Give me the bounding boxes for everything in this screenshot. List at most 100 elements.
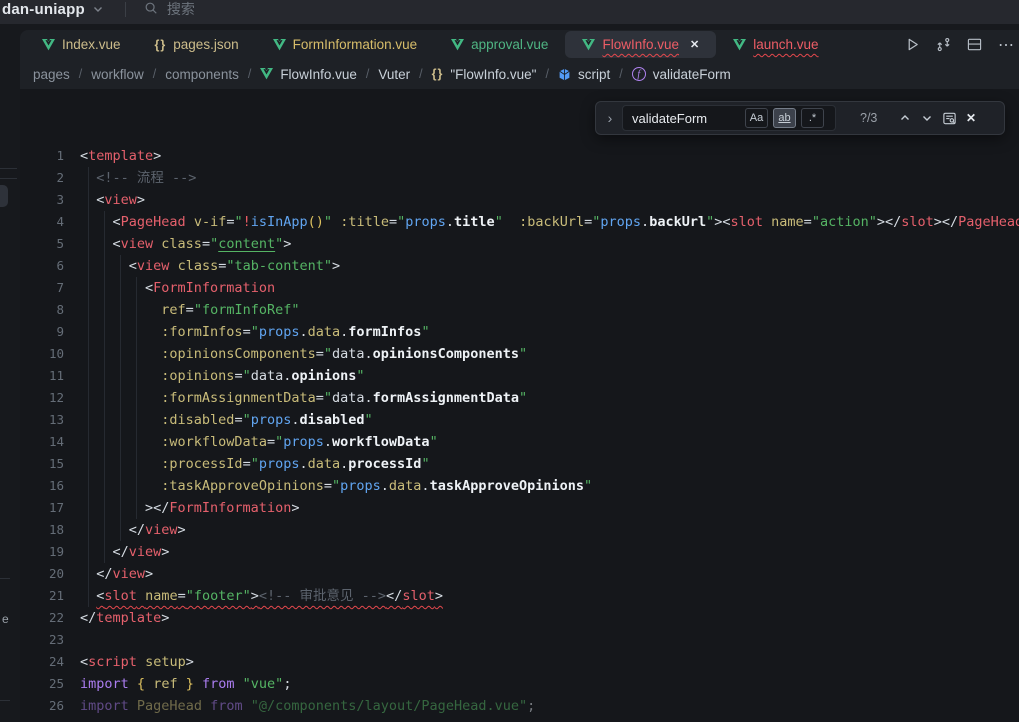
code-line-21[interactable]: 21 <slot name="footer"><!-- 审批意见 --></sl… <box>20 585 1019 607</box>
code-line-10[interactable]: 10 :opinionsComponents="data.opinionsCom… <box>20 343 1019 365</box>
line-number: 21 <box>20 585 64 607</box>
code-line-25[interactable]: 25import { ref } from "vue"; <box>20 673 1019 695</box>
code-line-12[interactable]: 12 :formAssignmentData="data.formAssignm… <box>20 387 1019 409</box>
line-content: :formAssignmentData="data.formAssignment… <box>64 387 527 409</box>
code-line-3[interactable]: 3 <view> <box>20 189 1019 211</box>
breadcrumb-item-pages[interactable]: pages <box>33 67 70 82</box>
line-content: :formInfos="props.data.formInfos" <box>64 321 430 343</box>
line-number: 25 <box>20 673 64 695</box>
code-line-24[interactable]: 24<script setup> <box>20 651 1019 673</box>
tab-approval-vue[interactable]: approval.vue <box>434 31 565 58</box>
code-line-15[interactable]: 15 :processId="props.data.processId" <box>20 453 1019 475</box>
code-line-16[interactable]: 16 :taskApproveOpinions="props.data.task… <box>20 475 1019 497</box>
code-line-26[interactable]: 26import PageHead from "@/components/lay… <box>20 695 1019 717</box>
find-in-selection-icon[interactable] <box>938 107 960 129</box>
code-line-1[interactable]: 1<template> <box>20 145 1019 167</box>
code-line-20[interactable]: 20 </view> <box>20 563 1019 585</box>
breadcrumb-item-script[interactable]: script <box>558 67 610 82</box>
code-line-5[interactable]: 5 <view class="content"> <box>20 233 1019 255</box>
compare-changes-icon[interactable] <box>936 37 951 52</box>
line-content: ></FormInformation> <box>64 497 299 519</box>
strip-tick <box>0 700 10 701</box>
code-line-8[interactable]: 8 ref="formInfoRef" <box>20 299 1019 321</box>
breadcrumb-separator: / <box>366 67 369 81</box>
line-content: :processId="props.data.processId" <box>64 453 430 475</box>
close-tab-icon[interactable]: ✕ <box>690 38 699 51</box>
breadcrumb-item-flowinfo-vue[interactable]: FlowInfo.vue <box>260 67 357 82</box>
vue-icon <box>42 39 55 51</box>
line-number: 11 <box>20 365 64 387</box>
line-content: <view class="tab-content"> <box>64 255 340 277</box>
code-line-18[interactable]: 18 </view> <box>20 519 1019 541</box>
line-content: :opinions="data.opinions" <box>64 365 365 387</box>
line-content: </view> <box>64 541 169 563</box>
line-number: 7 <box>20 277 64 299</box>
line-content: import { ref } from "vue"; <box>64 673 291 695</box>
tab-launch-vue[interactable]: launch.vue <box>716 31 835 58</box>
code-editor[interactable]: › Aaab.* ?/3 ✕ 1<template>2 <!-- 流程 -->3… <box>20 89 1019 722</box>
breadcrumb-item-vuter[interactable]: Vuter <box>378 67 410 82</box>
line-number: 9 <box>20 321 64 343</box>
line-content: <!-- 流程 --> <box>64 167 196 189</box>
line-number: 2 <box>20 167 64 189</box>
run-icon[interactable] <box>905 37 920 52</box>
braces-icon: {} <box>155 38 167 52</box>
breadcrumb-separator: / <box>619 67 622 81</box>
next-match-button[interactable] <box>916 107 938 129</box>
line-content: <script setup> <box>64 651 194 673</box>
breadcrumb-item--flowinfo-vue-[interactable]: {} "FlowInfo.vue" <box>432 67 537 82</box>
more-actions-icon[interactable]: ⋯ <box>998 35 1015 55</box>
code-line-23[interactable]: 23 <box>20 629 1019 651</box>
search-label: 搜索 <box>167 0 195 19</box>
clipped-panel-letter: e <box>2 612 9 626</box>
code-line-22[interactable]: 22</template> <box>20 607 1019 629</box>
line-number: 14 <box>20 431 64 453</box>
line-number: 13 <box>20 409 64 431</box>
find-options: Aaab.* <box>740 108 824 128</box>
line-content: </view> <box>64 563 153 585</box>
tab-pages-json[interactable]: {}pages.json <box>138 31 256 58</box>
code-line-14[interactable]: 14 :workflowData="props.workflowData" <box>20 431 1019 453</box>
chevron-down-icon[interactable] <box>93 0 103 18</box>
regex-toggle[interactable]: .* <box>801 108 824 128</box>
find-widget: › Aaab.* ?/3 ✕ <box>595 101 1005 135</box>
code-line-19[interactable]: 19 </view> <box>20 541 1019 563</box>
previous-match-button[interactable] <box>894 107 916 129</box>
tab-forminformation-vue[interactable]: FormInformation.vue <box>256 31 435 58</box>
line-content: :taskApproveOpinions="props.data.taskApp… <box>64 475 592 497</box>
project-name[interactable]: dan-uniapp <box>2 1 85 18</box>
line-number: 17 <box>20 497 64 519</box>
breadcrumb-item-components[interactable]: components <box>165 67 239 82</box>
tab-label: launch.vue <box>753 37 818 52</box>
code-line-6[interactable]: 6 <view class="tab-content"> <box>20 255 1019 277</box>
match-case-toggle[interactable]: Aa <box>745 108 768 128</box>
code-line-11[interactable]: 11 :opinions="data.opinions" <box>20 365 1019 387</box>
breadcrumb: pages/workflow/components/FlowInfo.vue/V… <box>20 59 1019 89</box>
toggle-replace-chevron-icon[interactable]: › <box>602 110 618 126</box>
close-find-icon[interactable]: ✕ <box>960 107 982 129</box>
line-number: 23 <box>20 629 64 651</box>
editor-panel: Index.vue{}pages.jsonFormInformation.vue… <box>20 30 1019 722</box>
code-line-4[interactable]: 4 <PageHead v-if="!isInApp()" :title="pr… <box>20 211 1019 233</box>
vue-icon <box>451 39 464 51</box>
code-line-13[interactable]: 13 :disabled="props.disabled" <box>20 409 1019 431</box>
whole-word-toggle[interactable]: ab <box>773 108 796 128</box>
breadcrumb-label: "FlowInfo.vue" <box>450 67 536 82</box>
line-content: </view> <box>64 519 186 541</box>
line-number: 4 <box>20 211 64 233</box>
collapsed-panel-handle[interactable] <box>0 185 8 207</box>
global-search[interactable]: 搜索 <box>144 0 195 19</box>
code-line-2[interactable]: 2 <!-- 流程 --> <box>20 167 1019 189</box>
breadcrumb-item-validateform[interactable]: fvalidateForm <box>632 67 731 82</box>
tab-flowinfo-vue[interactable]: FlowInfo.vue✕ <box>565 31 716 58</box>
code-line-17[interactable]: 17 ></FormInformation> <box>20 497 1019 519</box>
breadcrumb-item-workflow[interactable]: workflow <box>91 67 144 82</box>
breadcrumb-label: workflow <box>91 67 144 82</box>
code-line-7[interactable]: 7 <FormInformation <box>20 277 1019 299</box>
code-line-9[interactable]: 9 :formInfos="props.data.formInfos" <box>20 321 1019 343</box>
find-input[interactable] <box>632 111 740 126</box>
split-editor-icon[interactable] <box>967 37 982 52</box>
braces-icon: {} <box>432 67 444 81</box>
breadcrumb-separator: / <box>545 67 548 81</box>
tab-index-vue[interactable]: Index.vue <box>25 31 138 58</box>
